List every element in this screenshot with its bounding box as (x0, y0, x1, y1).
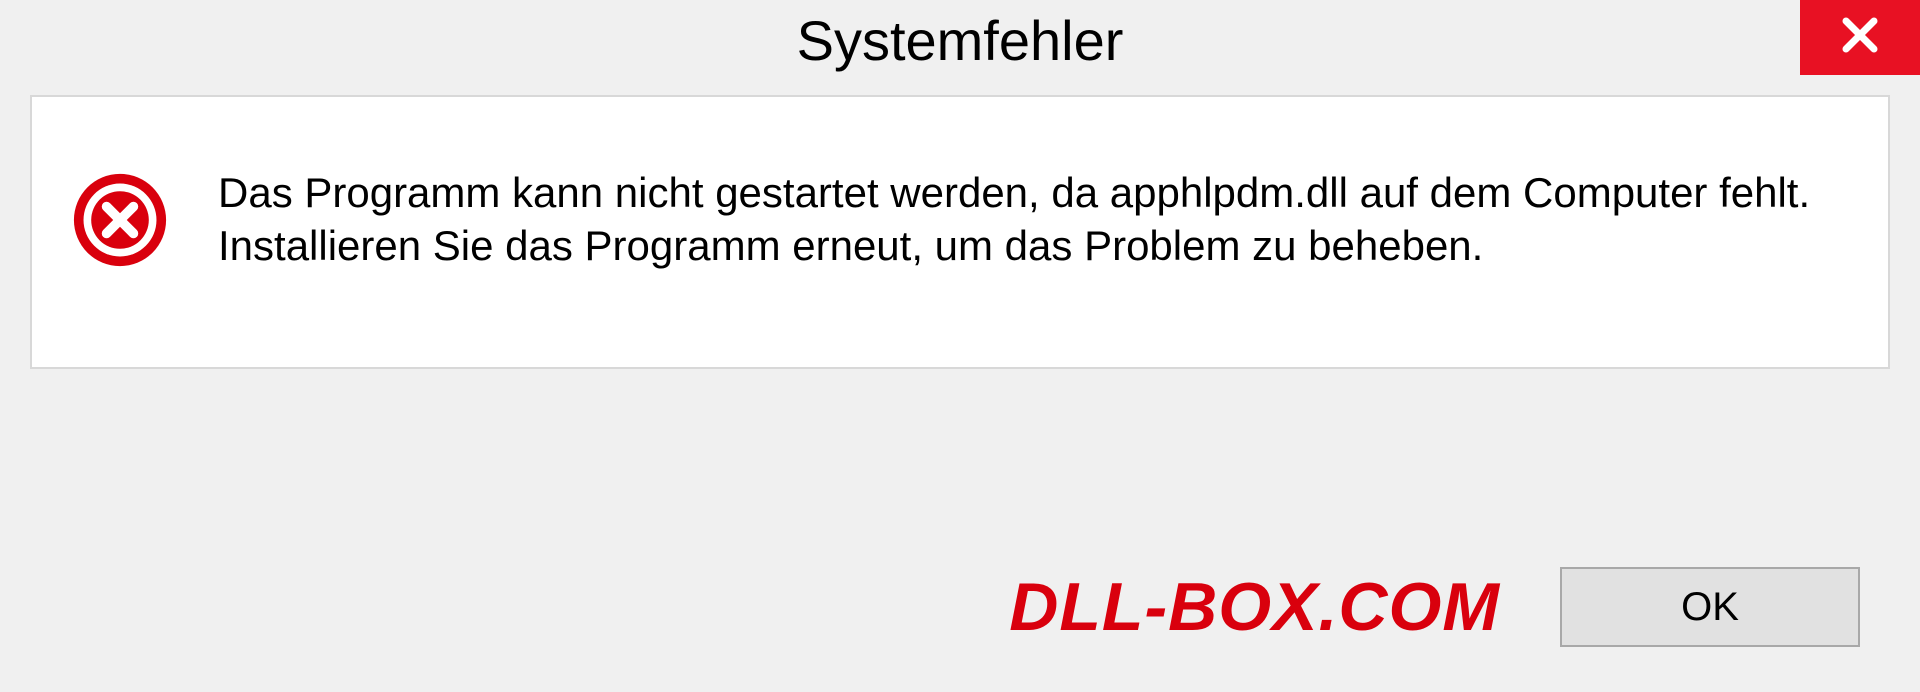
error-message: Das Programm kann nicht gestartet werden… (218, 167, 1848, 272)
close-button[interactable] (1800, 0, 1920, 75)
watermark-text: DLL-BOX.COM (1009, 568, 1500, 646)
content-panel: Das Programm kann nicht gestartet werden… (30, 95, 1890, 369)
dialog-title: Systemfehler (797, 8, 1124, 73)
footer: DLL-BOX.COM OK (0, 522, 1920, 692)
ok-button[interactable]: OK (1560, 567, 1860, 647)
error-icon (72, 172, 168, 268)
titlebar: Systemfehler (0, 0, 1920, 80)
close-icon (1839, 14, 1881, 61)
